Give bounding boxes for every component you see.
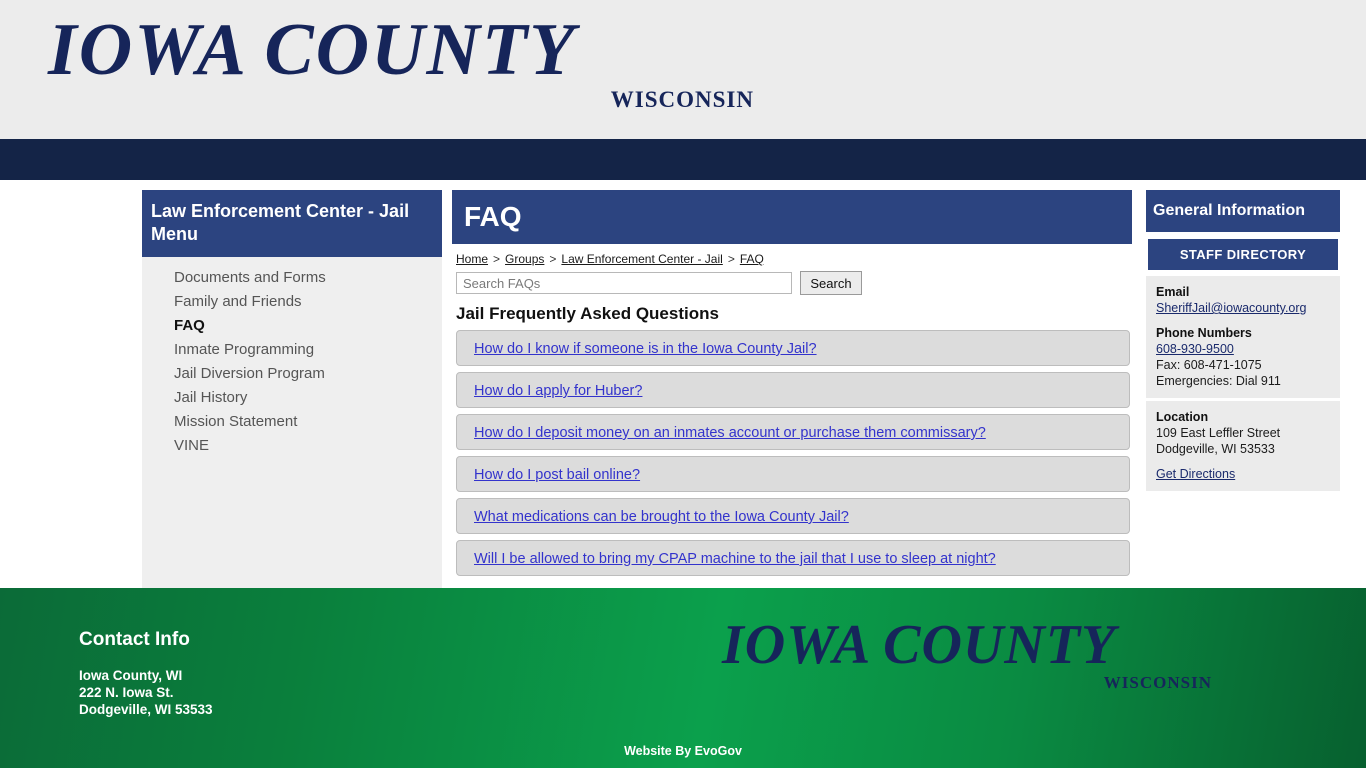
location-line-2: Dodgeville, WI 53533 bbox=[1156, 442, 1275, 456]
phone-link[interactable]: 608-930-9500 bbox=[1156, 342, 1234, 356]
faq-list-item[interactable]: How do I know if someone is in the Iowa … bbox=[456, 330, 1130, 366]
footer-logo[interactable]: IOWA COUNTY WISCONSIN bbox=[722, 614, 1212, 692]
content-area: Law Enforcement Center - Jail Menu Docum… bbox=[0, 190, 1366, 588]
emergency-value: Emergencies: Dial 911 bbox=[1156, 374, 1281, 388]
email-value: SheriffJail@iowacounty.org bbox=[1156, 300, 1340, 316]
faq-list-item[interactable]: What medications can be brought to the I… bbox=[456, 498, 1130, 534]
sidebar-menu: Documents and Forms Family and Friends F… bbox=[142, 257, 442, 458]
location-line-1: 109 East Leffler Street bbox=[1156, 426, 1281, 440]
site-logo-title: IOWA COUNTY bbox=[48, 9, 577, 91]
page-root: IOWA COUNTY WISCONSIN Law Enforcement Ce… bbox=[0, 0, 1366, 768]
faq-link[interactable]: Will I be allowed to bring my CPAP machi… bbox=[474, 551, 996, 567]
breadcrumb: Home > Groups > Law Enforcement Center - Jai… bbox=[452, 244, 1132, 268]
left-sidebar: Law Enforcement Center - Jail Menu Docum… bbox=[142, 190, 442, 588]
faq-link[interactable]: How do I deposit money on an inmates acc… bbox=[474, 425, 986, 441]
breadcrumb-item-groups[interactable]: Groups bbox=[505, 252, 544, 266]
faq-list-item[interactable]: How do I apply for Huber? bbox=[456, 372, 1130, 408]
email-link[interactable]: SheriffJail@iowacounty.org bbox=[1156, 301, 1307, 315]
sidebar-title: Law Enforcement Center - Jail Menu bbox=[142, 190, 442, 257]
faq-list: How do I know if someone is in the Iowa … bbox=[452, 330, 1132, 576]
get-directions-link[interactable]: Get Directions bbox=[1156, 467, 1235, 481]
contact-info-block: Email SheriffJail@iowacounty.org Phone N… bbox=[1146, 276, 1340, 398]
faq-link[interactable]: How do I apply for Huber? bbox=[474, 383, 642, 399]
footer-logo-subtitle: WISCONSIN bbox=[1103, 673, 1212, 692]
site-footer: Contact Info Iowa County, WI 222 N. Iowa… bbox=[0, 588, 1366, 768]
breadcrumb-separator: > bbox=[727, 252, 735, 266]
faq-list-item[interactable]: Will I be allowed to bring my CPAP machi… bbox=[456, 540, 1130, 576]
footer-contact-title: Contact Info bbox=[79, 629, 190, 650]
fax-value: Fax: 608-471-1075 bbox=[1156, 358, 1262, 372]
section-title: Jail Frequently Asked Questions bbox=[456, 304, 719, 323]
staff-directory-wrap: STAFF DIRECTORY bbox=[1146, 232, 1340, 276]
sidebar-item-family-and-friends[interactable]: Family and Friends bbox=[142, 290, 442, 314]
general-information-title: General Information bbox=[1146, 190, 1340, 232]
faq-link[interactable]: How do I know if someone is in the Iowa … bbox=[474, 341, 817, 357]
breadcrumb-item-law-enforcement-center-jail[interactable]: Law Enforcement Center - Jail bbox=[561, 252, 722, 266]
sidebar-item-jail-diversion-program[interactable]: Jail Diversion Program bbox=[142, 362, 442, 386]
main-navigation-bar[interactable] bbox=[0, 139, 1366, 180]
footer-contact-line-2: 222 N. Iowa St. bbox=[79, 685, 174, 700]
search-button[interactable]: Search bbox=[800, 271, 862, 295]
sidebar-item-vine[interactable]: VINE bbox=[142, 434, 442, 458]
faq-link[interactable]: How do I post bail online? bbox=[474, 467, 640, 483]
sidebar-item-inmate-programming[interactable]: Inmate Programming bbox=[142, 338, 442, 362]
faq-list-item[interactable]: How do I deposit money on an inmates acc… bbox=[456, 414, 1130, 450]
get-directions: Get Directions bbox=[1156, 466, 1340, 482]
sidebar-item-mission-statement[interactable]: Mission Statement bbox=[142, 410, 442, 434]
phone-label: Phone Numbers bbox=[1156, 326, 1252, 340]
breadcrumb-item-faq[interactable]: FAQ bbox=[740, 252, 764, 266]
sidebar-item-jail-history[interactable]: Jail History bbox=[142, 386, 442, 410]
site-header: IOWA COUNTY WISCONSIN bbox=[0, 0, 1366, 139]
location-block: Location 109 East Leffler Street Dodgevi… bbox=[1146, 401, 1340, 491]
footer-logo-title: IOWA COUNTY bbox=[722, 614, 1117, 676]
breadcrumb-separator: > bbox=[493, 252, 501, 266]
footer-contact-line-3: Dodgeville, WI 53533 bbox=[79, 702, 213, 717]
footer-contact-info: Contact Info Iowa County, WI 222 N. Iowa… bbox=[79, 629, 213, 718]
breadcrumb-item-home[interactable]: Home bbox=[456, 252, 488, 266]
breadcrumb-separator: > bbox=[549, 252, 557, 266]
sidebar-item-faq[interactable]: FAQ bbox=[142, 314, 442, 338]
faq-list-item[interactable]: How do I post bail online? bbox=[456, 456, 1130, 492]
site-logo[interactable]: IOWA COUNTY WISCONSIN bbox=[48, 8, 768, 112]
search-row: Search bbox=[452, 268, 1132, 295]
footer-contact-line-1: Iowa County, WI bbox=[79, 668, 183, 683]
page-title: FAQ bbox=[452, 190, 1132, 244]
footer-credit[interactable]: Website By EvoGov bbox=[0, 744, 1366, 758]
faq-link[interactable]: What medications can be brought to the I… bbox=[474, 509, 849, 525]
email-label: Email bbox=[1156, 285, 1190, 299]
right-sidebar: General Information STAFF DIRECTORY Emai… bbox=[1146, 190, 1340, 491]
search-input[interactable] bbox=[456, 272, 792, 294]
main-content: FAQ Home > Groups > Law Enforcement Center -… bbox=[452, 190, 1132, 588]
location-label: Location bbox=[1156, 410, 1209, 424]
staff-directory-button[interactable]: STAFF DIRECTORY bbox=[1148, 239, 1338, 270]
phone-value: 608-930-9500 bbox=[1156, 341, 1340, 357]
sidebar-item-documents-and-forms[interactable]: Documents and Forms bbox=[142, 266, 442, 290]
